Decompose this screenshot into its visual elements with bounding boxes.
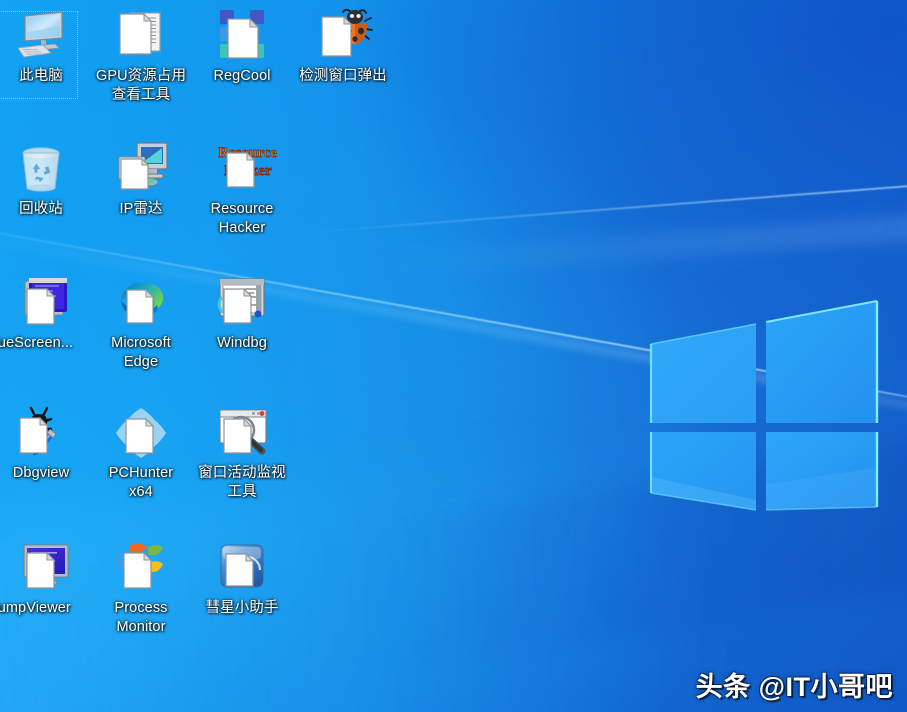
icon-label: Resource Hacker	[210, 201, 274, 236]
icon-label: Microsoft Edge	[111, 335, 171, 370]
desktop-icon-this-pc[interactable]: 此电脑	[0, 8, 91, 99]
blue-folders-icon	[19, 275, 75, 331]
desktop-icon-pchunter[interactable]: PCHunter x64	[91, 405, 191, 502]
edge-swoosh-icon	[113, 275, 169, 331]
debugger-window-icon	[214, 275, 270, 331]
icon-label: BlueScreen...	[0, 335, 74, 351]
icon-label: IP雷达	[119, 201, 163, 217]
desktop-icon-ip-radar[interactable]: IP雷达	[91, 141, 191, 219]
desktop-icon-window-monitor[interactable]: 窗口活动监视 工具	[192, 405, 292, 502]
desktop-icon-process-monitor[interactable]: Process Monitor	[91, 540, 191, 637]
blue-teal-squares-icon	[214, 8, 270, 64]
crt-monitor-icon	[113, 141, 169, 197]
windows-flag-icon	[113, 540, 169, 596]
desktop-icon-popup-detect[interactable]: 检测窗口弹出	[293, 8, 393, 86]
icon-label: PCHunter x64	[108, 465, 174, 500]
icon-label: 此电脑	[19, 68, 63, 84]
blue-rounded-app-icon	[214, 540, 270, 596]
pchunter-propeller-icon	[113, 405, 169, 461]
bug-wrench-icon	[13, 405, 69, 461]
desktop-icon-dbgview[interactable]: Dbgview	[0, 405, 91, 483]
watermark-text: 头条 @IT小哥吧	[695, 672, 893, 702]
icon-label: 窗口活动监视 工具	[198, 465, 286, 500]
document-pages-icon	[113, 8, 169, 64]
desktop-icon-bluescreen[interactable]: BlueScreen...	[0, 275, 83, 353]
windows-logo-icon	[645, 272, 885, 511]
monitor-keyboard-icon	[13, 8, 69, 64]
icon-label: 检测窗口弹出	[299, 68, 387, 84]
icon-label: 彗星小助手	[205, 600, 279, 616]
desktop-icon-recycle-bin[interactable]: 回收站	[0, 141, 91, 219]
desktop-icon-edge[interactable]: Microsoft Edge	[91, 275, 191, 372]
desktop-icon-grid[interactable]: 此电脑 GPU资源占用 查看工具 RegCool 检测窗口弹出 回收站 IP雷达…	[0, 0, 410, 712]
icon-label: Process Monitor	[114, 600, 168, 635]
desktop-icon-regcool[interactable]: RegCool	[192, 8, 292, 86]
desktop-icon-comet-helper[interactable]: 彗星小助手	[192, 540, 292, 618]
icon-label: Dbgview	[12, 465, 70, 481]
desktop-icon-windbg[interactable]: Windbg	[192, 275, 292, 353]
ladybug-icon	[315, 8, 373, 64]
window-magnifier-icon	[214, 405, 270, 461]
desktop-icon-gpu-tool[interactable]: GPU资源占用 查看工具	[91, 8, 191, 105]
windows-desktop[interactable]: 此电脑 GPU资源占用 查看工具 RegCool 检测窗口弹出 回收站 IP雷达…	[0, 0, 907, 712]
icon-label: DumpViewer	[0, 600, 71, 616]
recycle-bin-icon	[13, 141, 69, 197]
resource-hacker-logo-icon: Resource Hacker	[214, 141, 278, 197]
icon-label: RegCool	[213, 68, 271, 84]
icon-label: Windbg	[217, 335, 267, 351]
icon-label: 回收站	[19, 201, 63, 217]
blue-screen-icon	[19, 540, 75, 596]
desktop-icon-dumpviewer[interactable]: DumpViewer	[0, 540, 83, 618]
icon-label: GPU资源占用 查看工具	[95, 68, 187, 103]
desktop-icon-resource-hacker[interactable]: Resource Hacker Resource Hacker	[192, 141, 292, 238]
